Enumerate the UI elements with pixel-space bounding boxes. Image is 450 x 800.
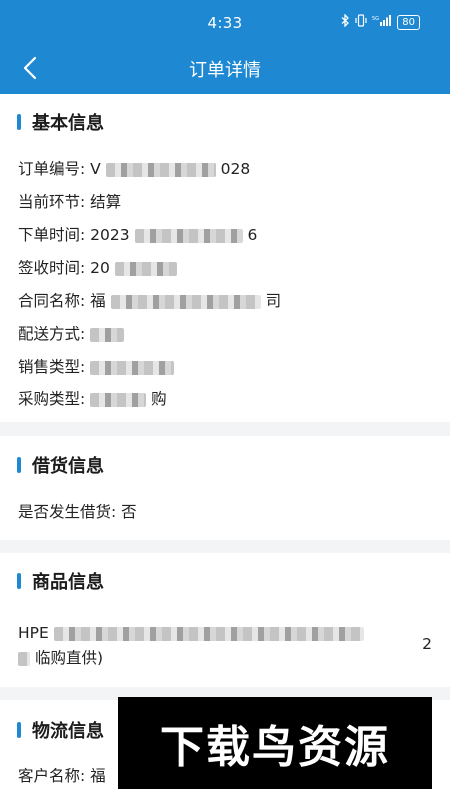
signal-icon: 5G — [372, 14, 392, 30]
row-label: 签收时间: — [18, 259, 86, 277]
redacted-value — [110, 294, 261, 309]
basic-info-card: 基本信息 订单编号: V 028 当前环节: 结算 下单时间: 2023 6 签… — [0, 94, 450, 422]
info-row-purchase-type: 采购类型: 购 — [18, 387, 167, 409]
basic-info-header: 基本信息 — [17, 109, 104, 135]
row-value-end: 购 — [151, 390, 167, 408]
info-row-order-number: 订单编号: V 028 — [18, 157, 250, 179]
row-value-start: V — [90, 160, 101, 178]
goods-info-header: 商品信息 — [17, 568, 104, 594]
section-marker — [17, 722, 21, 738]
redacted-value — [134, 228, 243, 243]
row-label: 合同名称: — [18, 292, 86, 310]
section-title: 基本信息 — [32, 113, 104, 134]
goods-item-line1[interactable]: HPE — [18, 624, 364, 642]
row-label: 采购类型: — [18, 390, 86, 408]
row-value-start: 20 — [90, 259, 110, 277]
section-marker — [17, 114, 21, 130]
status-icons: 5G 80 — [341, 13, 420, 30]
redacted-value — [90, 392, 147, 407]
goods-info-card: 商品信息 HPE 临购直供) 2 — [0, 553, 450, 687]
info-row-customer-name: 客户名称: 福 — [18, 764, 106, 786]
status-bar: 4:33 5G 80 — [0, 0, 450, 44]
watermark: 下载鸟资源 — [118, 697, 432, 789]
row-label: 订单编号: — [18, 160, 86, 178]
goods-name-start: HPE — [18, 624, 49, 642]
redacted-value — [53, 626, 364, 641]
redacted-value — [90, 327, 125, 342]
row-value-start: 福 — [90, 292, 106, 310]
loan-info-header: 借货信息 — [17, 452, 104, 478]
info-row-current-stage: 当前环节: 结算 — [18, 190, 121, 212]
row-label: 是否发生借货: — [18, 503, 117, 521]
svg-text:5G: 5G — [372, 16, 379, 22]
battery-indicator: 80 — [397, 14, 420, 30]
row-value-end: 6 — [247, 226, 258, 244]
row-value-end: 028 — [220, 160, 251, 178]
loan-info-card: 借货信息 是否发生借货: 否 — [0, 436, 450, 540]
row-value: 否 — [121, 503, 137, 521]
top-bar: 4:33 5G 80 订单详情 — [0, 0, 450, 94]
logistics-info-header: 物流信息 — [17, 717, 104, 743]
goods-quantity: 2 — [422, 635, 432, 653]
row-value-start: 2023 — [90, 226, 130, 244]
redacted-value — [90, 360, 175, 375]
info-row-contract-name: 合同名称: 福 司 — [18, 289, 281, 311]
info-row-order-time: 下单时间: 2023 6 — [18, 223, 257, 245]
redacted-value — [18, 651, 30, 666]
info-row-loan-occurred: 是否发生借货: 否 — [18, 500, 137, 522]
row-label: 当前环节: — [18, 193, 86, 211]
nav-bar: 订单详情 — [0, 44, 450, 92]
info-row-delivery-method: 配送方式: — [18, 322, 125, 344]
row-value-start: 结算 — [90, 193, 122, 211]
section-title: 商品信息 — [32, 572, 104, 593]
section-marker — [17, 457, 21, 473]
goods-item-line2: 临购直供) — [18, 646, 103, 668]
vibrate-icon — [355, 14, 367, 30]
section-marker — [17, 573, 21, 589]
row-label: 销售类型: — [18, 358, 86, 376]
page-title: 订单详情 — [189, 60, 261, 81]
info-row-sales-type: 销售类型: — [18, 355, 175, 377]
section-title: 物流信息 — [32, 721, 104, 742]
row-label: 配送方式: — [18, 325, 86, 343]
section-title: 借货信息 — [32, 456, 104, 477]
info-row-sign-time: 签收时间: 20 — [18, 256, 177, 278]
row-label: 客户名称: — [18, 767, 86, 785]
redacted-value — [114, 261, 177, 276]
row-value: 福 — [90, 767, 106, 785]
row-value-end: 司 — [265, 292, 282, 310]
bluetooth-icon — [341, 13, 350, 30]
row-label: 下单时间: — [18, 226, 86, 244]
goods-name-end: 临购直供) — [34, 649, 103, 667]
redacted-value — [105, 162, 216, 177]
